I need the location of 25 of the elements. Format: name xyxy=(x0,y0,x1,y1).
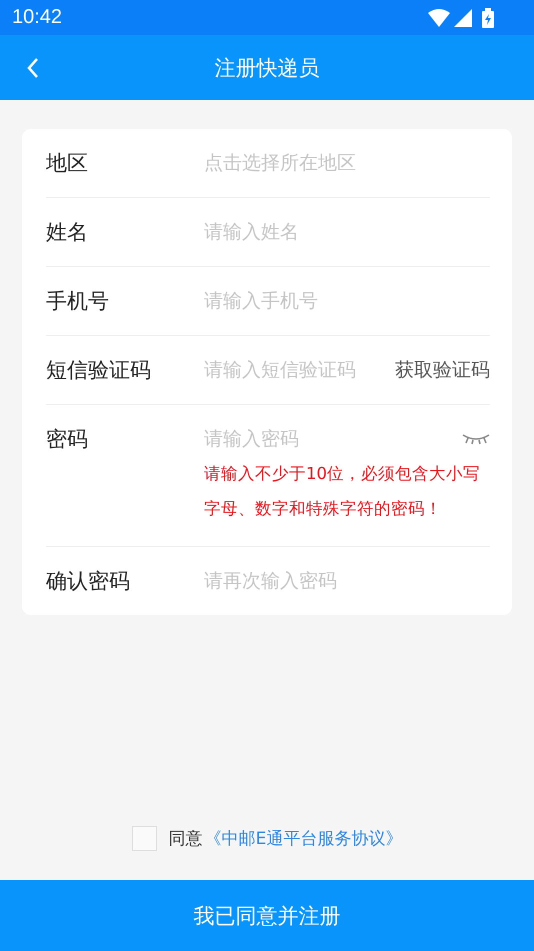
password-hint: 请输入不少于10位，必须包含大小写字母、数字和特殊字符的密码！ xyxy=(204,463,481,520)
agree-text: 同意 xyxy=(168,828,203,850)
field-label: 确认密码 xyxy=(46,568,131,595)
register-button[interactable]: 我已同意并注册 xyxy=(0,880,534,951)
battery-icon xyxy=(482,8,494,28)
get-code-button[interactable]: 获取验证码 xyxy=(395,357,490,383)
input-field[interactable]: 请输入姓名 xyxy=(204,221,490,243)
field-label: 短信验证码 xyxy=(46,357,152,384)
agree-checkbox[interactable] xyxy=(132,826,157,851)
password-field[interactable]: 请输入密码 xyxy=(204,428,462,450)
field-label: 地区 xyxy=(46,150,89,177)
input-field[interactable]: 请输入手机号 xyxy=(204,290,490,312)
agreement-link[interactable]: 《中邮E通平台服务协议》 xyxy=(204,827,402,850)
field-label: 密码 xyxy=(46,426,89,453)
back-icon xyxy=(26,57,40,79)
input-field[interactable]: 请再次输入密码 xyxy=(204,570,490,592)
page-title: 注册快递员 xyxy=(214,54,320,82)
field-label: 手机号 xyxy=(46,288,110,315)
field-label: 姓名 xyxy=(46,219,89,246)
region-picker[interactable]: 点击选择所在地区 xyxy=(204,152,490,174)
eye-closed-icon[interactable] xyxy=(462,433,490,445)
clock: 10:42 xyxy=(12,6,64,29)
code-field[interactable]: 请输入短信验证码 xyxy=(204,359,395,381)
signal-icon xyxy=(454,8,472,26)
wifi-icon xyxy=(428,8,450,26)
